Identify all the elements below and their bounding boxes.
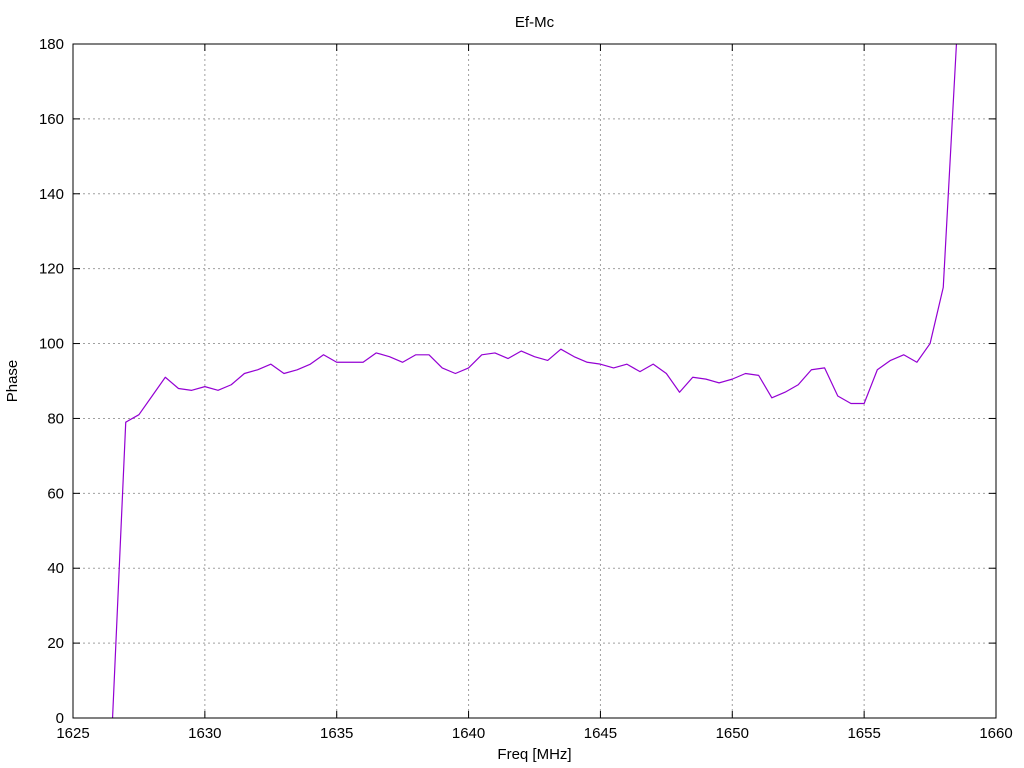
y-tick-label: 80 <box>47 410 64 427</box>
y-tick-label: 100 <box>39 336 64 353</box>
x-tick-label: 1625 <box>56 725 89 742</box>
y-tick-label: 0 <box>56 710 64 727</box>
y-tick-label: 120 <box>39 261 64 278</box>
x-tick-label: 1640 <box>452 725 485 742</box>
chart-background <box>0 0 1024 768</box>
y-tick-label: 160 <box>39 111 64 128</box>
chart-title: Ef-Mc <box>515 14 555 31</box>
y-axis-title: Phase <box>4 360 21 403</box>
x-tick-label: 1630 <box>188 725 221 742</box>
y-tick-label: 180 <box>39 36 64 53</box>
y-tick-label: 20 <box>47 635 64 652</box>
y-tick-label: 40 <box>47 560 64 577</box>
x-tick-label: 1660 <box>979 725 1012 742</box>
y-tick-label: 140 <box>39 186 64 203</box>
x-axis-title: Freq [MHz] <box>497 746 571 763</box>
x-tick-label: 1655 <box>847 725 880 742</box>
x-tick-label: 1650 <box>716 725 749 742</box>
chart: 1625 1630 1635 1640 1645 1650 1655 1660 0 20 40 60 8… <box>0 0 1024 768</box>
y-tick-label: 60 <box>47 485 64 502</box>
x-tick-label: 1645 <box>584 725 617 742</box>
x-tick-label: 1635 <box>320 725 353 742</box>
